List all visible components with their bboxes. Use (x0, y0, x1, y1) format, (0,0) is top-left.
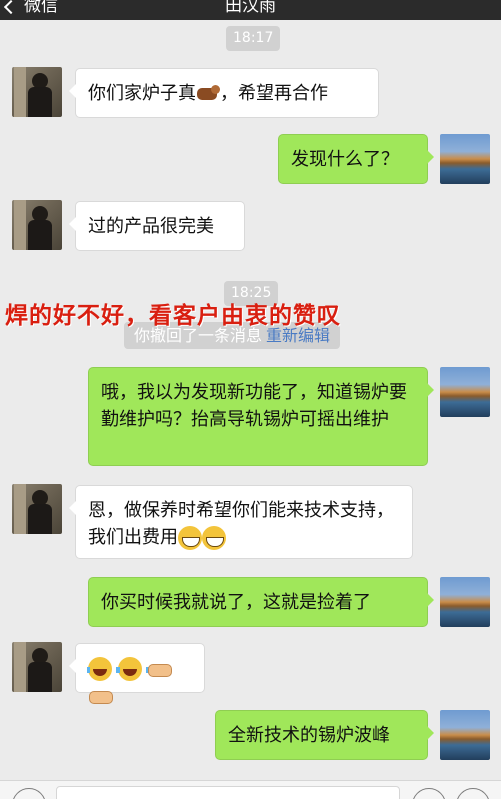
my-avatar[interactable] (440, 134, 490, 184)
tears-of-joy-emoji-icon (116, 657, 149, 681)
overlay-caption: 焊的好不好，看客户由衷的赞叹 (5, 302, 341, 329)
grin-emoji-icon (202, 526, 226, 550)
handshake-emoji-icon (147, 657, 173, 681)
message-text: 你们家炉子真 (88, 83, 196, 104)
friend-avatar[interactable] (12, 67, 62, 117)
message-text: 发现什么了？ (291, 149, 399, 170)
timestamp: 18:17 (226, 26, 281, 51)
my-avatar[interactable] (440, 367, 490, 417)
grin-emoji-icon (178, 526, 202, 550)
message-text-tail: ，希望再合作 (220, 83, 328, 104)
message-bubble[interactable]: 发现什么了？ (278, 134, 434, 184)
message-bubble[interactable]: 过的产品很完美 (69, 201, 245, 251)
cow-emoji-icon (196, 82, 220, 106)
message-bubble[interactable]: 全新技术的锡炉波峰 (215, 710, 434, 760)
message-bubble[interactable]: 你买时候我就说了，这就是捡着了 (88, 577, 434, 627)
message-bubble[interactable] (69, 643, 205, 704)
emoji-icon[interactable] (412, 788, 446, 799)
message-bubble[interactable]: 你们家炉子真 ，希望再合作 (69, 68, 379, 118)
message-bubble[interactable]: 恩，做保养时希望你们能来技术支持，我们出费用 (69, 485, 413, 559)
friend-avatar[interactable] (12, 200, 62, 250)
chat-title: 田汉雨 (225, 0, 276, 16)
message-bubble[interactable]: 哦，我以为发现新功能了，知道锡炉要勤维护吗？抬高导轨锡炉可摇出维护 (88, 367, 434, 466)
voice-icon[interactable] (12, 788, 46, 799)
message-text: 哦，我以为发现新功能了，知道锡炉要勤维护吗？抬高导轨锡炉可摇出维护 (101, 382, 407, 430)
message-text: 恩，做保养时希望你们能来技术支持，我们出费用 (88, 500, 394, 548)
message-text: 全新技术的锡炉波峰 (228, 725, 390, 746)
friend-avatar[interactable] (12, 484, 62, 534)
my-avatar[interactable] (440, 710, 490, 760)
add-icon[interactable] (456, 788, 490, 799)
my-avatar[interactable] (440, 577, 490, 627)
friend-avatar[interactable] (12, 642, 62, 692)
tears-of-joy-emoji-icon (87, 657, 119, 681)
message-input[interactable] (56, 786, 400, 799)
message-text: 你买时候我就说了，这就是捡着了 (101, 592, 371, 613)
message-text: 过的产品很完美 (88, 216, 214, 237)
navigation-bar: 微信 田汉雨 (0, 0, 501, 20)
handshake-emoji-icon (88, 684, 113, 708)
input-bar (0, 780, 501, 799)
